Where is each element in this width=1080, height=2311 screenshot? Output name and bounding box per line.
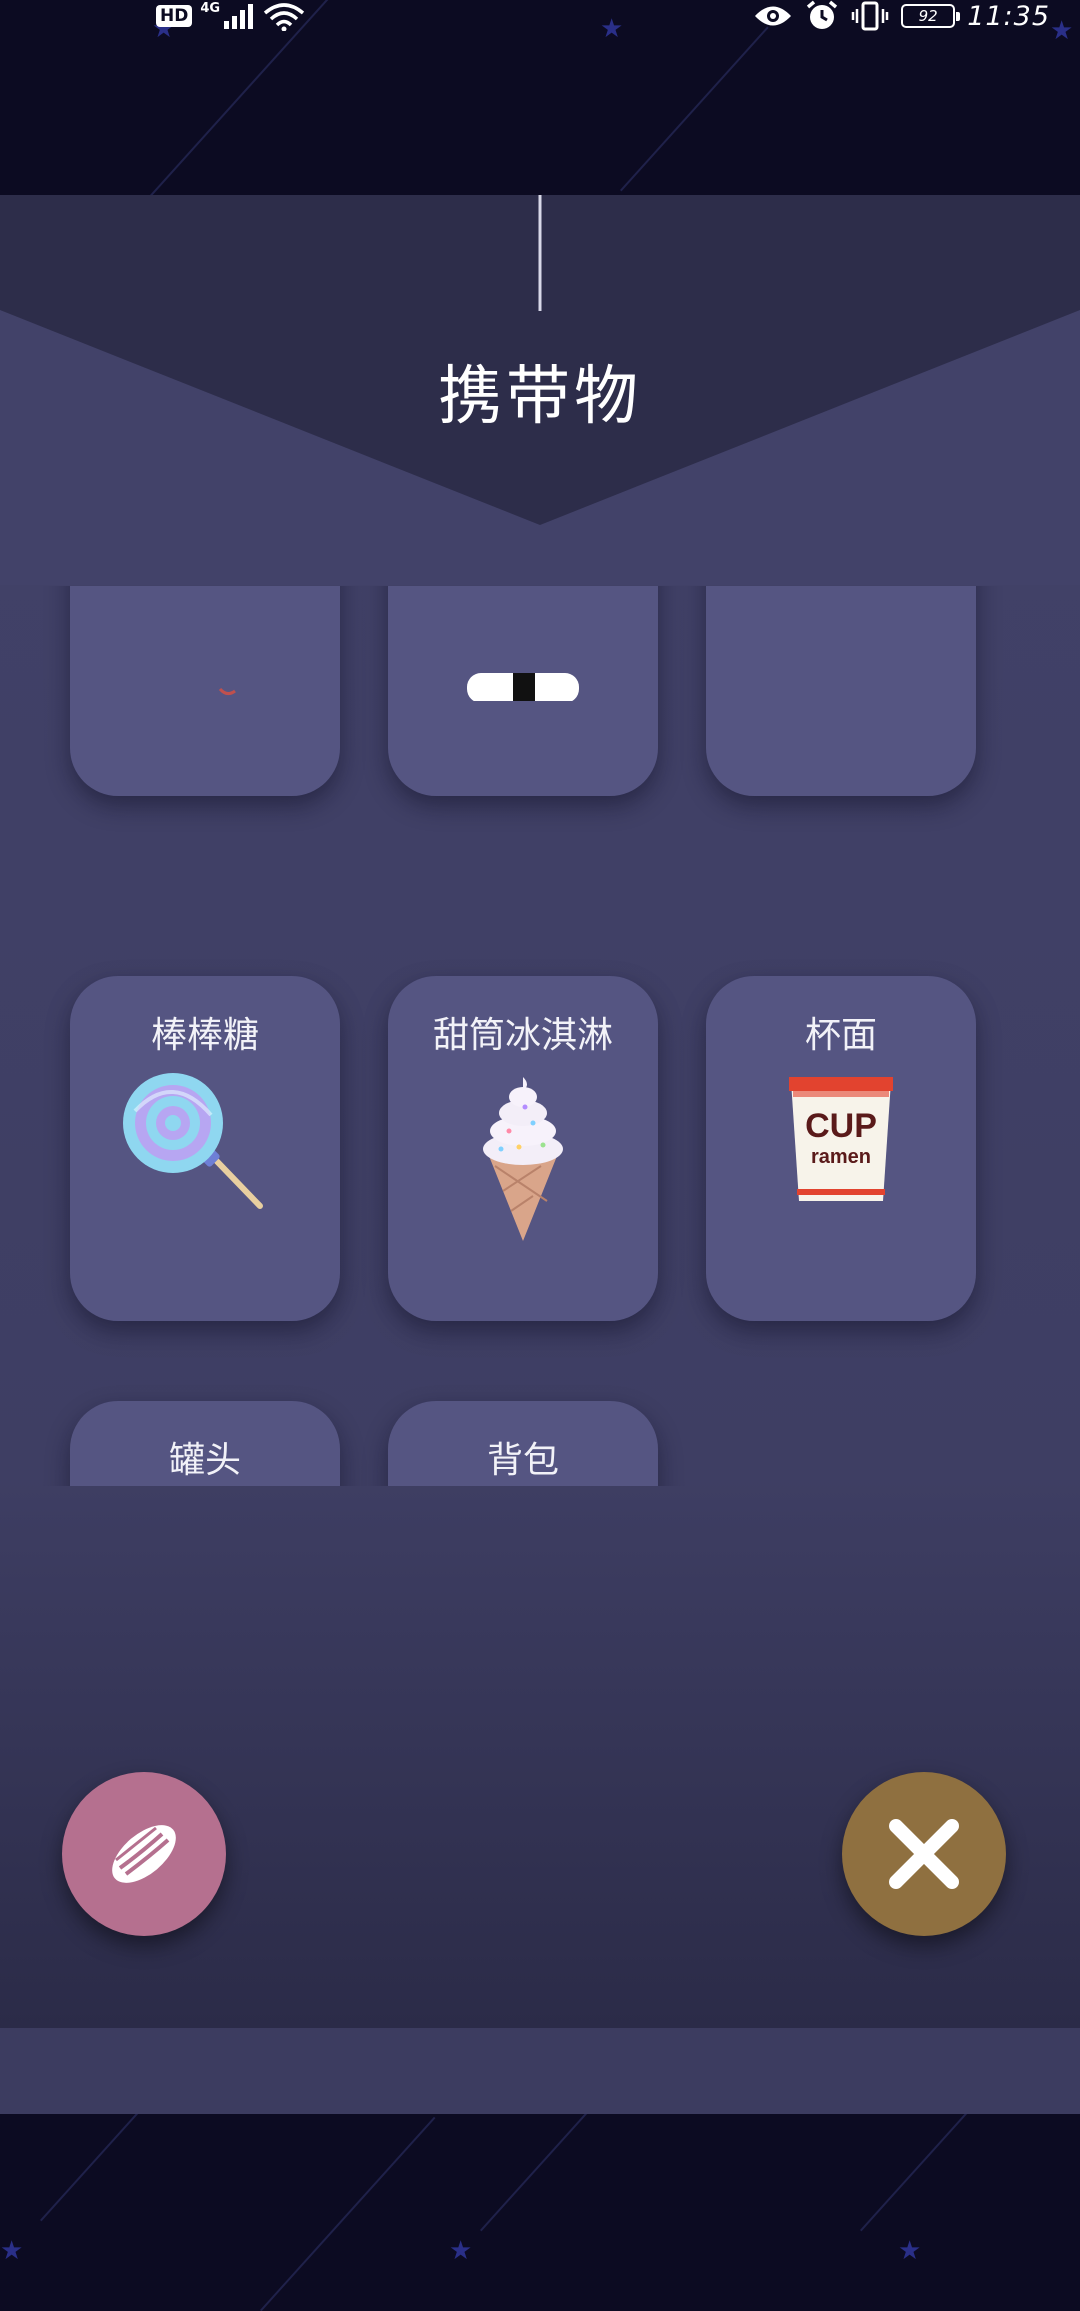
cup-text: CUP: [805, 1107, 877, 1145]
signal-icon: [224, 3, 254, 29]
item-card-partial-3[interactable]: [706, 586, 976, 796]
eye-icon: [755, 6, 792, 26]
vibrate-icon: [851, 1, 889, 31]
item-label: 罐头: [168, 1440, 241, 1481]
status-bar: HD 4G 92 11:35: [0, 0, 1080, 36]
cup-ramen-icon: CUP ramen: [789, 1077, 893, 1201]
alarm-icon: [807, 0, 838, 29]
seed-button[interactable]: [62, 1772, 226, 1936]
status-time: 11:35: [967, 0, 1050, 32]
ice-cream-cone-icon: [483, 1077, 563, 1241]
seed-icon: [112, 1825, 176, 1883]
partial-item-icon: [467, 673, 579, 701]
item-card-lollipop[interactable]: 棒棒糖: [70, 976, 340, 1321]
network-type: 4G: [200, 0, 221, 16]
item-card-canned-food[interactable]: 罐头: [70, 1401, 340, 1486]
items-modal: 携带物 棒棒糖 甜筒冰淇淋 杯面 CUP ramen 罐头 背包: [0, 195, 1080, 2028]
battery-indicator: 92: [901, 4, 961, 28]
items-grid[interactable]: 棒棒糖 甜筒冰淇淋 杯面 CUP ramen 罐头 背包: [0, 586, 1080, 1486]
bottom-bar: [0, 2028, 1080, 2114]
lollipop-icon: [123, 1073, 263, 1209]
wifi-icon: [263, 3, 305, 31]
item-card-partial-2[interactable]: [388, 586, 658, 796]
close-icon: [889, 1819, 959, 1889]
close-button[interactable]: [842, 1772, 1006, 1936]
hd-badge: HD: [156, 5, 193, 27]
partial-item-icon: [218, 687, 236, 696]
item-label: 甜筒冰淇淋: [432, 1015, 613, 1056]
item-card-ice-cream[interactable]: 甜筒冰淇淋: [388, 976, 658, 1321]
item-label: 背包: [486, 1440, 559, 1481]
item-card-partial-1[interactable]: [70, 586, 340, 796]
item-card-cup-ramen[interactable]: 杯面 CUP ramen: [706, 976, 976, 1321]
item-label: 棒棒糖: [150, 1015, 259, 1056]
ramen-text: ramen: [811, 1146, 871, 1168]
item-label: 杯面: [804, 1015, 877, 1056]
item-card-handbag[interactable]: 背包: [388, 1401, 658, 1486]
modal-title: 携带物: [438, 360, 642, 434]
